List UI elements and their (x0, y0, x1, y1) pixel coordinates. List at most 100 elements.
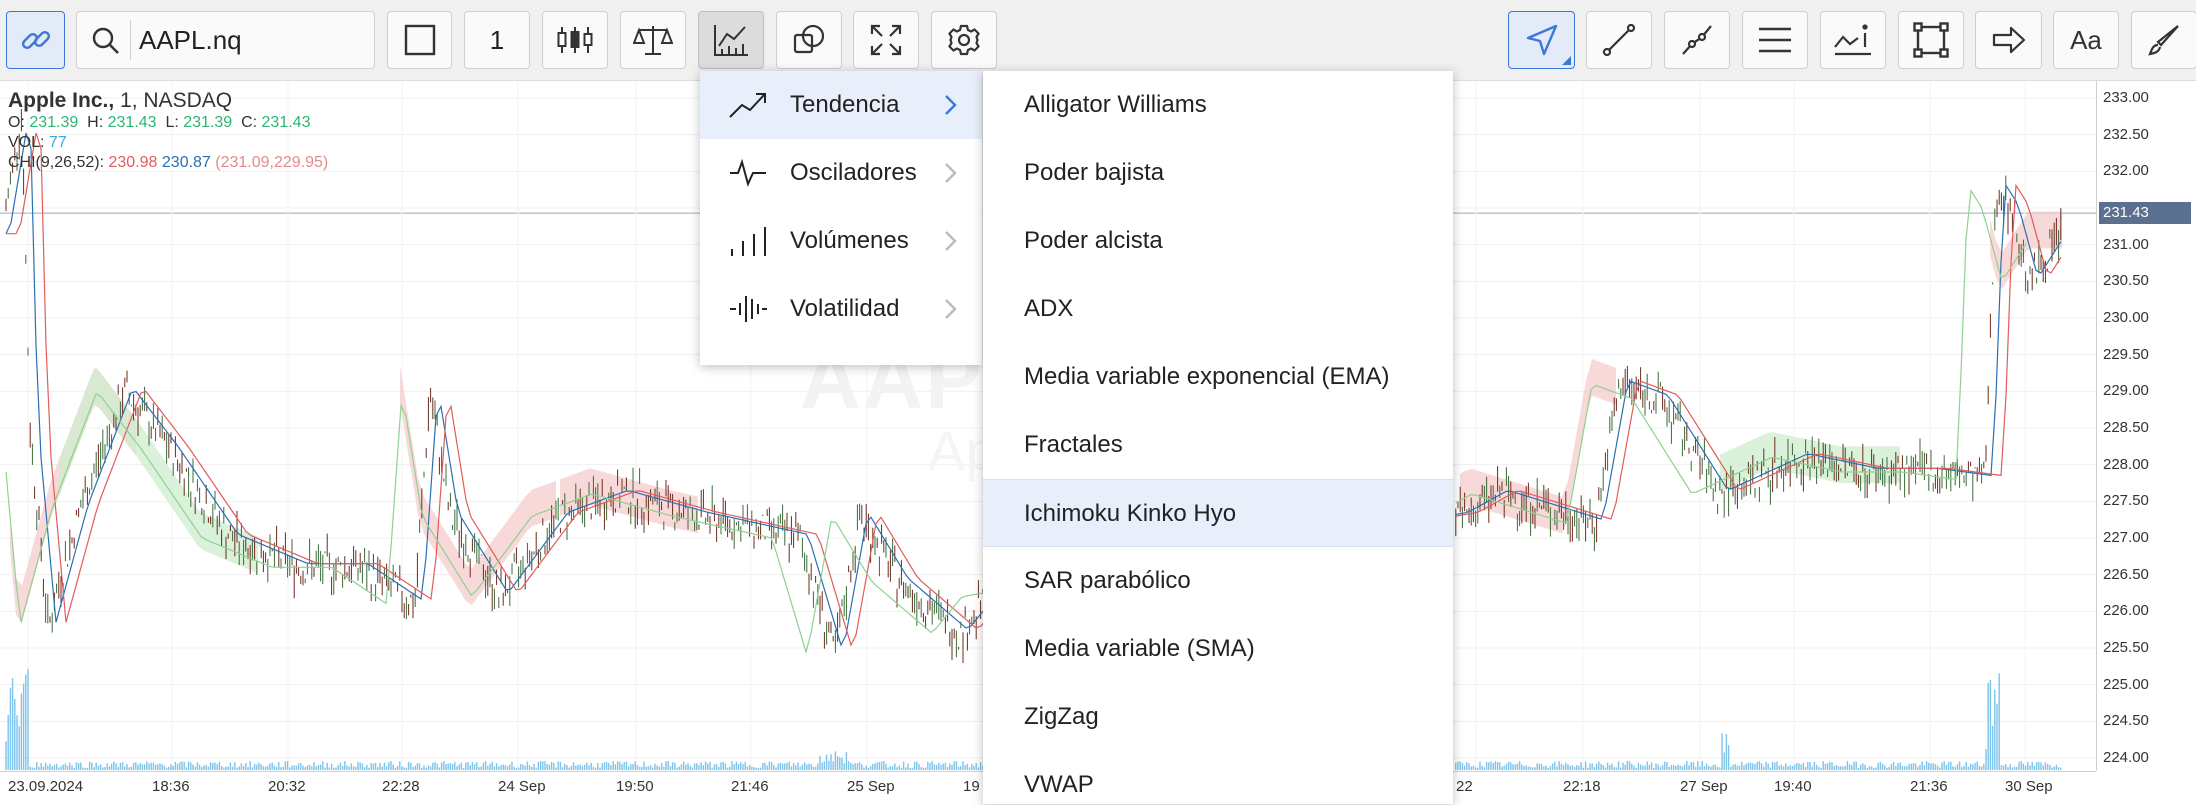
time-tick-label: 24 Sep (498, 778, 546, 795)
category-volatility[interactable]: Volatilidad (700, 275, 982, 343)
indicator-chart-icon (714, 25, 748, 56)
legend-volume: VOL: 77 (8, 133, 328, 153)
price-tick-label: 228.50 (2103, 419, 2149, 436)
price-tick-label: 228.00 (2103, 455, 2149, 473)
compare-button[interactable] (620, 11, 686, 69)
indicator-adx[interactable]: ADX (983, 275, 1453, 343)
legend-ohlc: O: 231.39 H: 231.43 L: 231.39 C: 231.43 (8, 113, 328, 133)
trend-line-tool-button[interactable] (1586, 11, 1652, 69)
brush-tool-button[interactable] (2131, 11, 2196, 69)
category-oscillators[interactable]: Osciladores (700, 139, 982, 207)
price-tick-label: 229.50 (2103, 345, 2149, 363)
rectangle-tool-button[interactable] (1898, 11, 1964, 69)
low-value: 231.39 (183, 114, 233, 131)
time-tick-label: 22:18 (1563, 778, 1601, 795)
price-tick-label: 225.00 (2103, 675, 2149, 693)
link-button[interactable] (6, 11, 65, 69)
vol-label: VOL: (8, 134, 45, 151)
legend-ichimoku: CHI(9,26,52): 230.98 230.87 (231.09,229.… (8, 153, 328, 173)
time-tick-label: 20:32 (268, 778, 306, 795)
category-trend[interactable]: Tendencia (700, 71, 982, 139)
cursor-tool-button[interactable] (1508, 11, 1575, 69)
c-label: C: (241, 114, 258, 131)
legend-symbol-name: Apple Inc., (8, 89, 115, 112)
price-tick-label: 224.00 (2103, 749, 2149, 766)
path-tool-button[interactable] (1664, 11, 1730, 69)
indicator-ema[interactable]: Media variable exponencial (EMA) (983, 343, 1453, 411)
gear-icon (948, 24, 980, 56)
indicator-parabolic-sar[interactable]: SAR parabólico (983, 547, 1453, 615)
price-tick-label: 229.00 (2103, 382, 2149, 400)
chart-type-bar-button[interactable] (387, 11, 452, 69)
text-tool-button[interactable]: Aa (2053, 11, 2119, 69)
ichimoku-cloud (400, 365, 556, 605)
candlestick-icon (557, 27, 593, 53)
time-tick-label: 22:28 (382, 778, 420, 795)
ichimoku-cloud (60, 366, 258, 574)
indicator-bears-power[interactable]: Poder bajista (983, 139, 1453, 207)
indicator-bulls-power[interactable]: Poder alcista (983, 207, 1453, 275)
chevron-right-icon (945, 95, 957, 115)
search-icon (92, 27, 119, 54)
l-label: L: (165, 114, 179, 131)
square-icon (404, 24, 435, 56)
time-tick-label: 27 Sep (1680, 778, 1728, 795)
h-label: H: (87, 114, 104, 131)
price-tick-label: 224.50 (2103, 712, 2149, 730)
volume-value: 77 (48, 134, 67, 151)
last-price-badge: 231.43 (2099, 202, 2191, 225)
legend-interval: 1, (120, 89, 138, 112)
open-value: 231.39 (29, 114, 79, 131)
price-tick-label: 231.00 (2103, 235, 2149, 253)
time-tick-label: 25 Sep (847, 778, 895, 795)
indicator-zigzag[interactable]: ZigZag (983, 683, 1453, 751)
indicator-sma[interactable]: Media variable (SMA) (983, 615, 1453, 683)
symbol-search[interactable] (76, 11, 375, 69)
chi-value-2: 230.87 (161, 154, 211, 171)
oscillator-icon (730, 158, 766, 187)
shapes-button[interactable] (776, 11, 842, 69)
time-tick-label: 23.09.2024 (8, 778, 84, 795)
time-tick-label: 21:46 (731, 778, 769, 795)
indicator-alligator[interactable]: Alligator Williams (983, 71, 1453, 139)
price-tick-label: 230.00 (2103, 309, 2149, 326)
volume-icon (731, 227, 766, 256)
symbol-input[interactable] (139, 22, 364, 58)
ichimoku-cloud (1460, 359, 1616, 534)
candles-button[interactable] (542, 11, 608, 69)
category-label: Volatilidad (790, 295, 900, 322)
time-tick-label: 30 Sep (2005, 778, 2053, 795)
indicator-fractals[interactable]: Fractales (983, 411, 1453, 479)
cursor-arrow-icon (1526, 24, 1557, 56)
category-volumes[interactable]: Volúmenes (700, 207, 982, 275)
chikou-line (5, 393, 987, 655)
price-tick-label: 225.50 (2103, 639, 2149, 656)
price-tick-label: 226.50 (2103, 565, 2149, 583)
horizontal-lines-tool-button[interactable] (1742, 11, 1808, 69)
indicator-vwap[interactable]: VWAP (983, 751, 1453, 804)
category-label: Osciladores (790, 159, 917, 186)
arrow-right-icon (1992, 26, 2025, 54)
interval-button[interactable]: 1 (464, 11, 530, 69)
high-value: 231.43 (107, 114, 157, 131)
price-tick-label: 226.00 (2103, 602, 2149, 620)
price-axis[interactable]: 233.00232.50232.00231.50231.00230.50230.… (2096, 81, 2196, 771)
settings-button[interactable] (931, 11, 997, 69)
time-tick-label: 21:36 (1910, 778, 1948, 795)
legend-exchange: NASDAQ (143, 89, 233, 112)
close-value: 231.43 (261, 114, 311, 131)
top-toolbar: 1 Aa (0, 0, 2196, 81)
indicator-ichimoku[interactable]: Ichimoku Kinko Hyo (983, 479, 1453, 547)
chevron-right-icon (945, 163, 957, 183)
expand-icon (870, 24, 902, 56)
shapes-icon (793, 24, 825, 54)
annotation-tool-button[interactable] (1820, 11, 1886, 69)
trend-icon (729, 93, 766, 118)
fullscreen-button[interactable] (853, 11, 919, 69)
chevron-right-icon (945, 231, 957, 251)
time-tick-label: 19:50 (616, 778, 654, 795)
interval-label: 1 (489, 24, 505, 55)
price-tick-label: 227.50 (2103, 492, 2149, 510)
arrow-tool-button[interactable] (1975, 11, 2042, 69)
indicators-button[interactable] (698, 11, 764, 69)
